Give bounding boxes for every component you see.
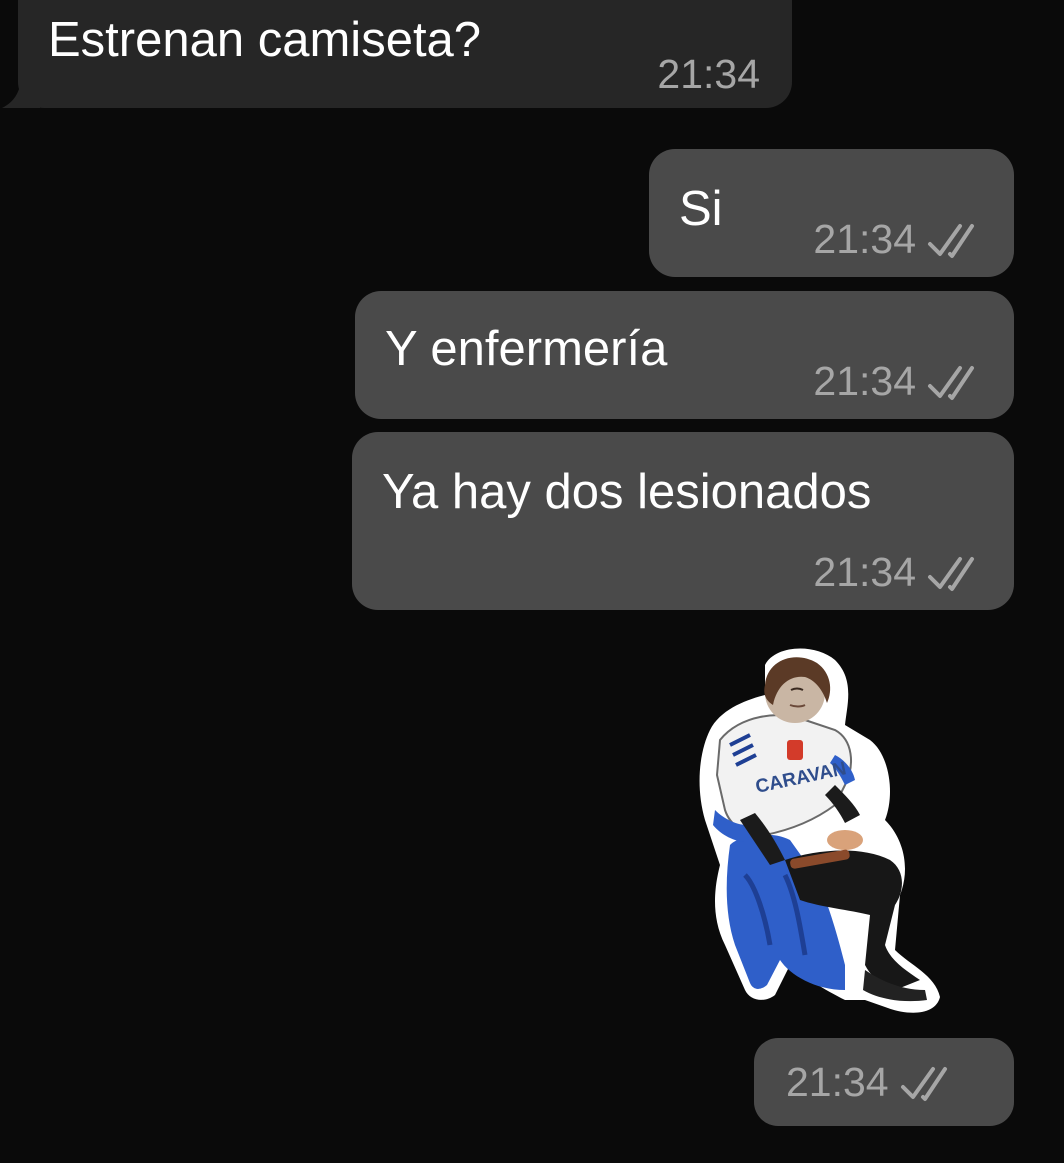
message-meta: 21:34: [813, 552, 984, 593]
sticker-time-pill: 21:34: [754, 1038, 1014, 1126]
outgoing-message-bubble[interactable]: Y enfermería 21:34: [355, 291, 1014, 419]
double-check-icon: [926, 362, 984, 402]
message-meta: 21:34: [813, 361, 984, 402]
sticker-image[interactable]: CARAVAN: [695, 645, 945, 1017]
message-meta: 21:34: [813, 219, 984, 260]
outgoing-message-bubble[interactable]: Si 21:34: [649, 149, 1014, 277]
message-text: Estrenan camiseta?: [48, 13, 482, 67]
message-time-label: 21:34: [786, 1059, 889, 1105]
message-time-label: 21:34: [813, 358, 916, 404]
message-text: Y enfermería: [385, 322, 668, 376]
message-text: Ya hay dos lesionados: [382, 465, 872, 519]
double-check-icon: [926, 553, 984, 593]
message-time-label: 21:34: [813, 549, 916, 595]
message-text: Si: [679, 182, 723, 236]
incoming-message-bubble[interactable]: Estrenan camiseta? 21:34: [18, 0, 792, 108]
bubble-tail-icon: [2, 68, 40, 108]
message-time-label: 21:34: [657, 51, 760, 97]
message-time: 21:34: [657, 54, 760, 95]
double-check-icon: [899, 1063, 957, 1103]
outgoing-message-bubble[interactable]: Ya hay dos lesionados 21:34: [352, 432, 1014, 610]
message-meta: 21:34: [786, 1062, 957, 1103]
message-time-label: 21:34: [813, 216, 916, 262]
double-check-icon: [926, 220, 984, 260]
